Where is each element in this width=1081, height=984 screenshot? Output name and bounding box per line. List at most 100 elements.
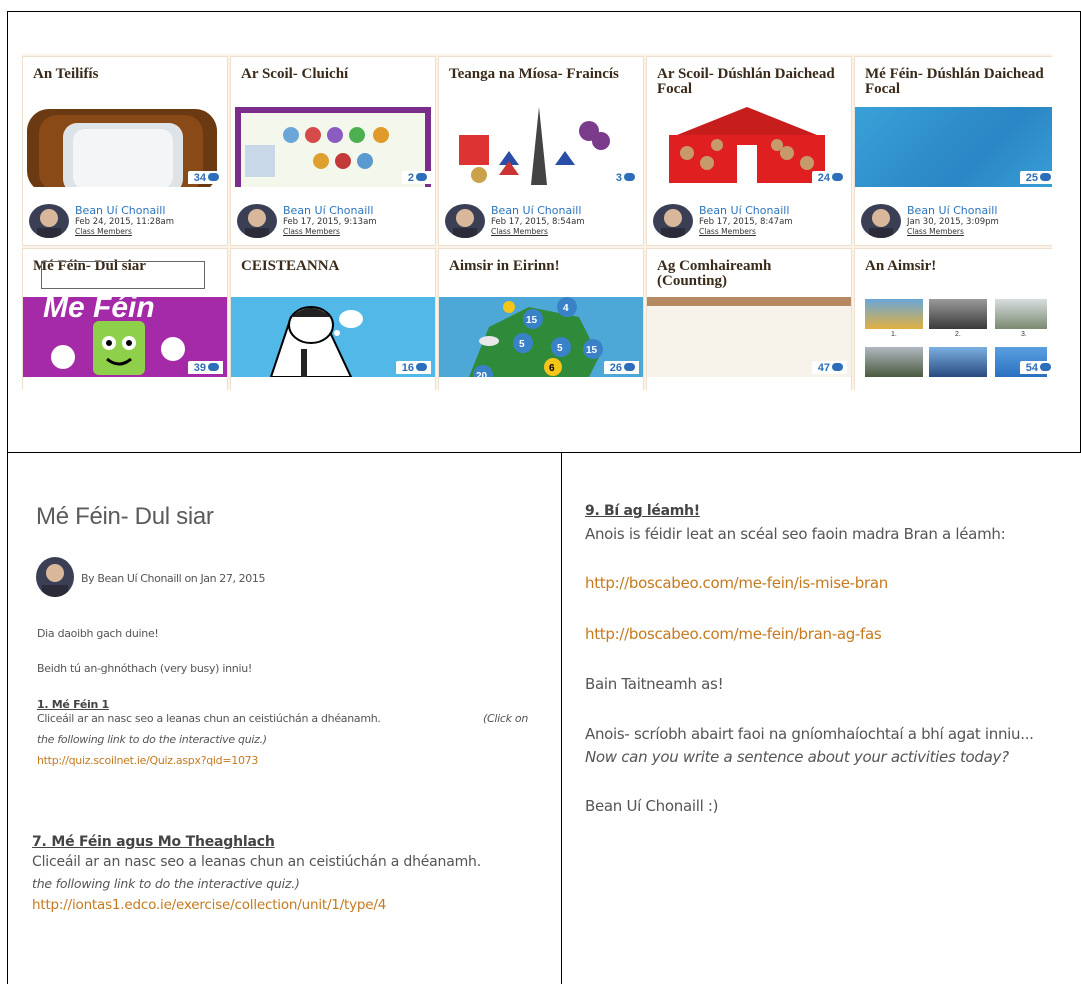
post-card[interactable]: Mé Féin- Dúshlán Daichead Focal 25 Bean … xyxy=(854,56,1052,246)
map-value: 5 xyxy=(557,343,563,354)
photo-label: 2. xyxy=(955,331,961,338)
write-prompt-english: Now can you write a sentence about your … xyxy=(585,748,1009,766)
image-strip xyxy=(647,297,851,306)
section-7-heading: 7. Mé Féin agus Mo Theaghlach xyxy=(32,834,275,850)
comment-count: 34 xyxy=(187,171,223,184)
card-meta: Bean Uí Chonaill Feb 24, 2015, 11:28am C… xyxy=(23,196,227,245)
post-card[interactable]: Teanga na Míosa- Fraincís 3 Bean Uí Chon… xyxy=(438,56,644,246)
author-avatar xyxy=(36,557,74,597)
card-title[interactable]: Ar Scoil- Dúshlán Daichead Focal xyxy=(657,67,843,97)
card-title[interactable]: Ar Scoil- Cluichí xyxy=(241,67,427,82)
comment-count: 26 xyxy=(603,361,639,374)
author-name[interactable]: Bean Uí Chonaill xyxy=(283,204,373,217)
author-name[interactable]: Bean Uí Chonaill xyxy=(75,204,165,217)
card-thumbnail[interactable]: 4 15 5 5 15 6 20 26 xyxy=(439,297,643,377)
weather-photo xyxy=(995,299,1047,329)
avatar xyxy=(237,204,277,238)
post-card[interactable]: CEISTEANNA 16 xyxy=(230,248,436,390)
avatar xyxy=(29,204,69,238)
card-thumbnail[interactable]: 47 xyxy=(647,297,851,377)
story-link-1[interactable]: http://boscabeo.com/me-fein/is-mise-bran xyxy=(585,574,888,592)
comment-count: 39 xyxy=(187,361,223,374)
card-thumbnail[interactable]: 34 xyxy=(23,105,227,187)
highlight-box xyxy=(41,261,205,289)
comment-icon xyxy=(416,173,427,181)
author-name[interactable]: Bean Uí Chonaill xyxy=(907,204,997,217)
map-value: 6 xyxy=(549,363,555,374)
comment-icon xyxy=(624,363,635,371)
card-thumbnail[interactable]: 25 xyxy=(855,107,1052,187)
quiz-link-1[interactable]: http://quiz.scoilnet.ie/Quiz.aspx?qid=10… xyxy=(37,754,258,767)
card-thumbnail[interactable]: 3 xyxy=(439,105,643,187)
weather-photo xyxy=(865,347,923,377)
map-value: 15 xyxy=(526,315,538,326)
card-thumbnail[interactable]: 24 xyxy=(647,105,851,187)
signoff-text: Bean Uí Chonaill :) xyxy=(585,797,719,815)
map-value: 15 xyxy=(586,345,598,356)
card-thumbnail[interactable]: 16 xyxy=(231,297,435,377)
card-title[interactable]: Aimsir in Eirinn! xyxy=(449,259,635,274)
comment-icon xyxy=(1040,363,1051,371)
post-card[interactable]: Aimsir in Eirinn! 4 15 5 5 15 6 20 26 xyxy=(438,248,644,390)
author-name[interactable]: Bean Uí Chonaill xyxy=(699,204,789,217)
post-card[interactable]: Mé Féin- Dul siar Me Féin 39 xyxy=(22,248,228,390)
comment-count: 47 xyxy=(811,361,847,374)
card-title[interactable]: Ag Comhaireamh (Counting) xyxy=(657,259,843,289)
comment-count: 3 xyxy=(609,171,639,184)
weather-photo xyxy=(865,299,923,329)
author-name[interactable]: Bean Uí Chonaill xyxy=(491,204,581,217)
card-thumbnail[interactable]: 1. 2. 3. 54 xyxy=(855,297,1052,377)
group-link[interactable]: Class Members xyxy=(283,227,340,236)
group-link[interactable]: Class Members xyxy=(491,227,548,236)
group-link[interactable]: Class Members xyxy=(907,227,964,236)
post-card[interactable]: An Teilifís 34 Bean Uí Chonaill Feb 24, … xyxy=(22,56,228,246)
section-9-text: Anois is féidir leat an scéal seo faoin … xyxy=(585,525,1006,543)
avatar xyxy=(653,204,693,238)
weather-photo xyxy=(929,299,987,329)
card-title[interactable]: An Aimsir! xyxy=(865,259,1051,274)
section-9-heading: 9. Bí ag léamh! xyxy=(585,503,700,519)
post-date: Feb 17, 2015, 9:13am xyxy=(283,217,377,227)
map-value: 4 xyxy=(563,303,569,314)
comment-icon xyxy=(832,363,843,371)
story-link-2[interactable]: http://boscabeo.com/me-fein/bran-ag-fas xyxy=(585,625,882,643)
post-card[interactable]: Ar Scoil- Cluichí 2 Bean Uí Chonaill Feb… xyxy=(230,56,436,246)
post-card[interactable]: An Aimsir! 1. 2. 3. 54 xyxy=(854,248,1052,390)
card-thumbnail[interactable]: Me Féin 39 xyxy=(23,297,227,377)
card-thumbnail[interactable]: 2 xyxy=(231,105,435,187)
busy-text: Beidh tú an-ghnóthach (very busy) inniu! xyxy=(37,662,252,675)
section-1-click-note: (Click on xyxy=(483,712,529,725)
card-title[interactable]: Mé Féin- Dúshlán Daichead Focal xyxy=(865,67,1051,97)
write-prompt: Anois- scríobh abairt faoi na gníomhaíoc… xyxy=(585,725,1034,743)
comment-icon xyxy=(624,173,635,181)
avatar xyxy=(445,204,485,238)
greeting-text: Dia daoibh gach duine! xyxy=(37,627,159,640)
card-meta: Bean Uí Chonaill Feb 17, 2015, 8:47am Cl… xyxy=(647,196,851,245)
post-card[interactable]: Ar Scoil- Dúshlán Daichead Focal 24 Bean… xyxy=(646,56,852,246)
group-link[interactable]: Class Members xyxy=(75,227,132,236)
group-link[interactable]: Class Members xyxy=(699,227,756,236)
weather-photo xyxy=(929,347,987,377)
post-date: Feb 24, 2015, 11:28am xyxy=(75,217,174,227)
quiz-link-7[interactable]: http://iontas1.edco.ie/exercise/collecti… xyxy=(32,897,386,913)
comment-count: 16 xyxy=(395,361,431,374)
post-card[interactable]: Ag Comhaireamh (Counting) 47 xyxy=(646,248,852,390)
comment-icon xyxy=(416,363,427,371)
card-meta: Bean Uí Chonaill Jan 30, 2015, 3:09pm Cl… xyxy=(855,196,1052,245)
avatar xyxy=(861,204,901,238)
post-date: Feb 17, 2015, 8:54am xyxy=(491,217,585,227)
section-7-italic: the following link to do the interactive… xyxy=(32,876,300,891)
section-1-italic: the following link to do the interactive… xyxy=(37,733,267,746)
card-title[interactable]: Teanga na Míosa- Fraincís xyxy=(449,67,635,82)
section-7-text: Cliceáil ar an nasc seo a leanas chun an… xyxy=(32,854,481,870)
map-value: 20 xyxy=(476,371,488,377)
comment-count: 25 xyxy=(1019,171,1052,184)
photo-label: 3. xyxy=(1021,331,1027,338)
card-title[interactable]: An Teilifís xyxy=(33,67,219,82)
card-meta: Bean Uí Chonaill Feb 17, 2015, 8:54am Cl… xyxy=(439,196,643,245)
comment-count: 2 xyxy=(401,171,431,184)
card-title[interactable]: CEISTEANNA xyxy=(241,259,427,274)
comment-icon xyxy=(832,173,843,181)
post-date: Jan 30, 2015, 3:09pm xyxy=(907,217,999,227)
comment-icon xyxy=(208,173,219,181)
